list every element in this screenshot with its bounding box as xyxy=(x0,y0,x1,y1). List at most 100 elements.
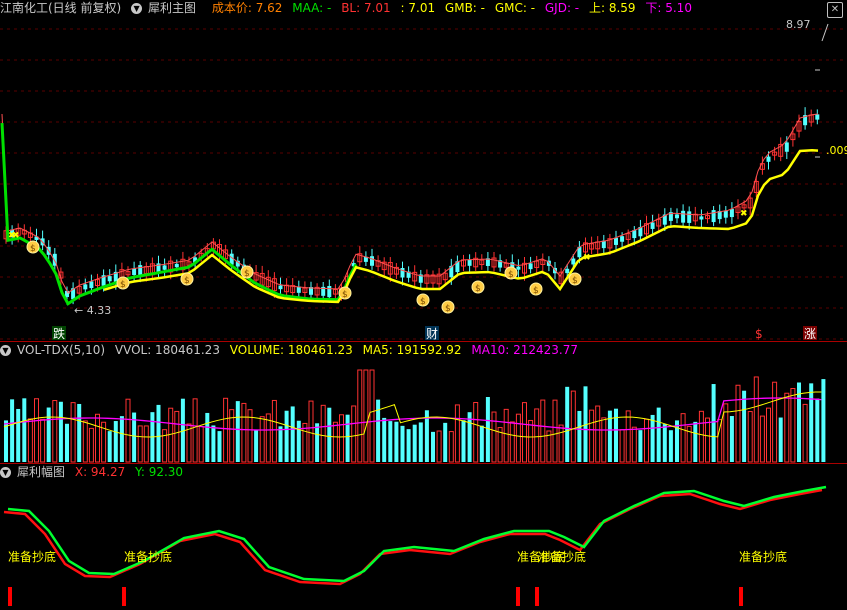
volume-bar xyxy=(821,379,826,462)
volume-bar xyxy=(162,429,168,463)
volume-bar xyxy=(70,402,76,463)
volume-bar xyxy=(443,422,448,462)
volume-bar xyxy=(125,398,131,463)
close-icon[interactable]: ✕ xyxy=(827,2,843,18)
volume-bar xyxy=(363,369,369,463)
sub-name[interactable]: 犀利幅图 xyxy=(17,465,65,479)
volume-chart[interactable] xyxy=(0,359,847,463)
volume-bar xyxy=(631,426,637,463)
chevron-down-icon[interactable]: ▼ xyxy=(131,3,143,14)
right-value-label: .009 xyxy=(826,144,847,157)
volume-bar xyxy=(723,403,729,463)
volume-bar xyxy=(717,419,723,463)
volume-bar xyxy=(302,422,308,463)
candle-body xyxy=(650,222,655,229)
candlestick-chart[interactable]: $$$$$$$$$$$✖✖✖✖8.97← 4.33.009跌财$涨 xyxy=(0,17,847,341)
candle-body xyxy=(784,142,789,152)
volume-bar xyxy=(22,398,27,462)
signal-text-bottom: 准备抄底 xyxy=(124,549,172,564)
volume-bar xyxy=(503,408,509,463)
volume-bar xyxy=(601,417,607,463)
volume-bar xyxy=(327,407,332,462)
y-value: Y: 92.30 xyxy=(135,465,184,479)
volume-bar xyxy=(675,420,679,462)
volume-bar xyxy=(772,381,778,463)
candle-body xyxy=(516,266,521,270)
x-value: X: 94.27 xyxy=(74,465,126,479)
money-bag-glyph: $ xyxy=(120,280,126,290)
candle-body xyxy=(687,211,692,223)
lower-value: 下: 5.10 xyxy=(645,1,692,15)
candle-body xyxy=(83,284,88,290)
signal-text-bottom: 准备抄底 xyxy=(739,549,787,564)
upper-value: 上: 8.59 xyxy=(588,1,636,15)
signal-bar xyxy=(8,587,12,606)
gmb-value: GMB: - xyxy=(444,1,485,15)
volume-bar xyxy=(522,402,527,463)
volume-bar xyxy=(705,417,710,463)
volume-bar xyxy=(65,423,69,462)
volume-bar xyxy=(509,421,515,463)
ma-line-yellow xyxy=(103,148,819,304)
volume-bar xyxy=(296,420,301,462)
volume-bar xyxy=(711,384,716,462)
signal-dollar: $ xyxy=(755,327,763,341)
signal-bar xyxy=(516,587,520,606)
volume-bar xyxy=(254,429,259,462)
volume-bar xyxy=(784,392,790,463)
volume-header: ▼ VOL-TDX(5,10) VVOL: 180461.23 VOLUME: 1… xyxy=(0,342,584,359)
money-bag-glyph: $ xyxy=(533,286,539,296)
candle-body xyxy=(174,263,179,268)
volume-bar xyxy=(595,405,601,463)
volume-bar xyxy=(308,400,314,463)
volume-bar xyxy=(394,421,399,462)
candle-body xyxy=(327,285,332,298)
volume-bar xyxy=(778,417,783,462)
money-bag-glyph: $ xyxy=(572,276,578,286)
volume-bar xyxy=(680,413,686,463)
volume-bar xyxy=(278,426,283,462)
money-bag-glyph: $ xyxy=(508,270,514,280)
oscillator-chart[interactable]: 准备抄底 准备抄底 准备抄底 准备抄底准备抄底 xyxy=(0,481,847,610)
chevron-down-icon[interactable]: ▼ xyxy=(0,345,11,356)
volume-bar xyxy=(625,410,631,463)
candle-body xyxy=(528,263,533,270)
volume-bar xyxy=(454,404,460,463)
volume-bar xyxy=(540,399,546,463)
gjd-value: GJD: - xyxy=(544,1,580,15)
cross-marker-icon: ✖ xyxy=(583,253,591,263)
volume-bar xyxy=(406,429,411,462)
volume-bar xyxy=(815,398,820,462)
main-header: 江南化工(日线 前复权) ▼ 犀利主图 成本价: 7.62 MAA: - BL: … xyxy=(0,0,698,17)
volume-bar xyxy=(448,431,454,463)
volume-bar xyxy=(479,425,484,462)
oscillator-y-line xyxy=(7,485,827,583)
chevron-down-icon[interactable]: ▼ xyxy=(0,467,11,478)
volume-bar xyxy=(589,409,595,463)
money-bag-glyph: $ xyxy=(420,297,426,307)
vol-name[interactable]: VOL-TDX(5,10) xyxy=(17,343,105,357)
volume-bar xyxy=(320,404,326,463)
stock-title[interactable]: 江南化工(日线 前复权) xyxy=(0,1,121,15)
signal-die: 跌 xyxy=(53,326,65,341)
candle-body xyxy=(815,114,820,120)
money-bag-glyph: $ xyxy=(342,290,348,300)
candle-body xyxy=(711,210,716,223)
volume-bar xyxy=(290,406,295,462)
volume-bar xyxy=(565,386,570,462)
candle-body xyxy=(620,236,625,242)
volume-bar xyxy=(192,398,198,463)
bl-value: BL: 7.01 xyxy=(341,1,391,15)
volume-bar xyxy=(315,423,320,462)
volume-bar xyxy=(58,401,63,462)
ma5-value: MA5: 191592.92 xyxy=(362,343,462,357)
high-price-pointer xyxy=(821,23,829,42)
volume-bar xyxy=(742,390,747,462)
volume-bar xyxy=(241,402,247,463)
indicator-menu[interactable]: ▼ 犀利主图 xyxy=(131,1,202,15)
volume-bar xyxy=(809,383,814,462)
volume-bar xyxy=(168,407,174,463)
volume-bar xyxy=(332,421,338,463)
volume-bar xyxy=(77,403,82,462)
volume-bar xyxy=(119,416,124,462)
